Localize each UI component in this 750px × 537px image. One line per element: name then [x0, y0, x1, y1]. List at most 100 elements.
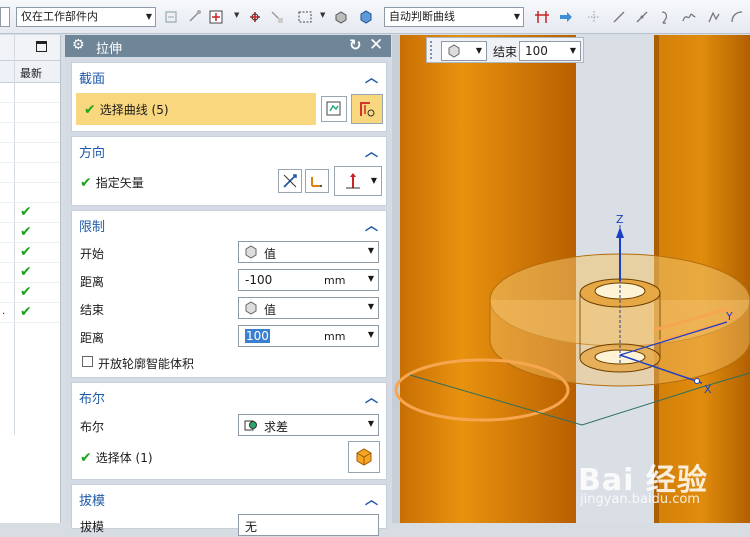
end-type-value: 值: [264, 303, 277, 317]
model-canvas[interactable]: Z X Y: [392, 35, 750, 523]
reverse-direction-button[interactable]: [278, 169, 302, 193]
maximize-icon[interactable]: [36, 41, 47, 52]
select-curve-button[interactable]: [351, 94, 383, 124]
navigator-row[interactable]: ✔: [0, 283, 60, 303]
graphics-window[interactable]: Z X Y: [392, 35, 750, 523]
quadrant-point-icon[interactable]: [728, 7, 746, 27]
chevron-up-icon[interactable]: ︿: [365, 215, 378, 234]
point-snap-icon[interactable]: [585, 7, 603, 27]
type-filter-dropdown[interactable]: [0, 7, 10, 27]
boolean-type-value: 求差: [264, 420, 289, 434]
selection-scope-dropdown[interactable]: 仅在工作部件内 ▼: [16, 7, 156, 27]
sketch-section-button[interactable]: [321, 96, 347, 122]
chevron-down-icon[interactable]: ▼: [234, 11, 239, 19]
navigator-row[interactable]: ✔: [0, 223, 60, 243]
control-point-icon[interactable]: [656, 7, 674, 27]
boolean-label: 布尔: [80, 420, 105, 434]
chevron-down-icon: ▼: [367, 246, 374, 255]
draft-title: 拔模: [79, 494, 106, 509]
spline-point-icon[interactable]: [680, 7, 698, 27]
end-distance-value[interactable]: 100: [245, 329, 270, 343]
reset-icon[interactable]: ↻: [349, 36, 362, 54]
boolean-panel: 布尔 ︿ 布尔 求差 ▼ ✔ 选择体 (1): [71, 382, 387, 480]
float-type-dropdown[interactable]: ▼: [441, 41, 487, 61]
navigator-row[interactable]: [0, 183, 60, 203]
solid-body-icon[interactable]: [357, 7, 375, 27]
navigator-row[interactable]: [0, 83, 60, 103]
chevron-down-icon[interactable]: ▼: [570, 42, 576, 60]
line-endpoint-icon[interactable]: [610, 7, 628, 27]
open-profile-checkbox[interactable]: [82, 356, 93, 367]
watermark-url: jingyan.baidu.com: [580, 492, 700, 507]
selection-scope-value: 仅在工作部件内: [21, 10, 98, 23]
select-curve-row[interactable]: ✔ 选择曲线 (5): [76, 93, 316, 125]
draft-type-dropdown[interactable]: 无: [238, 514, 379, 536]
close-icon[interactable]: ✕: [369, 35, 383, 55]
z-axis-arrow: [616, 227, 624, 238]
chevron-up-icon[interactable]: ︿: [365, 387, 378, 406]
y-axis-label: Y: [725, 310, 733, 323]
hide-body-icon[interactable]: [332, 7, 350, 27]
float-end-value[interactable]: 100: [525, 42, 548, 60]
chevron-up-icon[interactable]: ︿: [365, 67, 378, 86]
direction-header[interactable]: 方向 ︿: [72, 137, 386, 161]
navigator-row[interactable]: ✔: [0, 263, 60, 283]
midpoint-icon[interactable]: [633, 7, 651, 27]
gear-icon[interactable]: ⚙: [72, 37, 85, 53]
curve-rule-dropdown[interactable]: 自动判断曲线 ▼: [384, 7, 524, 27]
navigator-row[interactable]: ✔: [0, 243, 60, 263]
navigator-row[interactable]: . ✔: [0, 303, 60, 323]
select-feature-icon[interactable]: [163, 7, 181, 27]
part-navigator: 最新 ✔ ✔ ✔ ✔ ✔ . ✔: [0, 35, 61, 523]
snap-point-icon[interactable]: [186, 7, 204, 27]
x-axis-label: X: [704, 383, 712, 396]
drag-grip-icon[interactable]: [429, 40, 433, 60]
navigator-row[interactable]: [0, 163, 60, 183]
navigator-header: [0, 35, 60, 61]
open-profile-row[interactable]: 开放轮廓智能体积: [72, 350, 386, 374]
top-toolbar: 仅在工作部件内 ▼ ▼ ▼ 自动判断曲线 ▼: [0, 0, 750, 34]
section-header[interactable]: 截面 ︿: [72, 63, 386, 87]
end-distance-unit: mm: [324, 330, 346, 343]
draft-row: 拔模 无: [72, 513, 386, 537]
navigator-row[interactable]: ✔: [0, 203, 60, 223]
end-type-dropdown[interactable]: 值 ▼: [238, 297, 379, 319]
intersect-curve-icon[interactable]: [246, 7, 264, 27]
follow-arrow-icon[interactable]: [557, 7, 575, 27]
chevron-down-icon[interactable]: ▼: [368, 274, 374, 283]
origin-handle[interactable]: [694, 378, 700, 384]
column-latest[interactable]: 最新: [20, 65, 42, 81]
check-icon: ✔: [20, 224, 32, 240]
chevron-up-icon[interactable]: ︿: [365, 141, 378, 160]
select-box-icon[interactable]: [207, 7, 225, 27]
select-curve-label-wrap: ✔ 选择曲线 (5): [84, 101, 169, 118]
chevron-down-icon[interactable]: ▼: [368, 330, 374, 339]
pole-point-icon[interactable]: [705, 7, 723, 27]
check-icon: ✔: [80, 450, 92, 466]
stop-at-intersection-icon[interactable]: [533, 7, 551, 27]
start-distance-value[interactable]: -100: [245, 273, 272, 287]
float-end-field[interactable]: 100 ▼: [519, 41, 581, 61]
boolean-type-dropdown[interactable]: 求差 ▼: [238, 414, 379, 436]
start-type-dropdown[interactable]: 值 ▼: [238, 241, 379, 263]
select-body-row[interactable]: ✔ 选择体 (1): [72, 444, 386, 468]
navigator-row[interactable]: [0, 143, 60, 163]
limits-header[interactable]: 限制 ︿: [72, 211, 386, 235]
boolean-header[interactable]: 布尔 ︿: [72, 383, 386, 407]
navigator-row[interactable]: [0, 123, 60, 143]
chevron-down-icon[interactable]: ▼: [320, 11, 325, 19]
select-body-button[interactable]: [348, 441, 380, 473]
rectangle-select-icon[interactable]: [296, 7, 314, 27]
draft-header[interactable]: 拔模 ︿: [72, 485, 386, 509]
chevron-up-icon[interactable]: ︿: [365, 489, 378, 508]
start-distance-field[interactable]: -100 mm ▼: [238, 269, 379, 291]
follow-selection-icon[interactable]: [268, 7, 286, 27]
check-icon: ✔: [20, 264, 32, 280]
vector-dialog-button[interactable]: [305, 169, 329, 193]
z-vector-icon: [346, 173, 360, 189]
z-axis-label: Z: [616, 213, 624, 226]
end-distance-field[interactable]: 100 mm ▼: [238, 325, 379, 347]
navigator-row[interactable]: [0, 103, 60, 123]
limits-title: 限制: [79, 220, 106, 235]
vector-type-dropdown[interactable]: ▼: [334, 166, 382, 196]
